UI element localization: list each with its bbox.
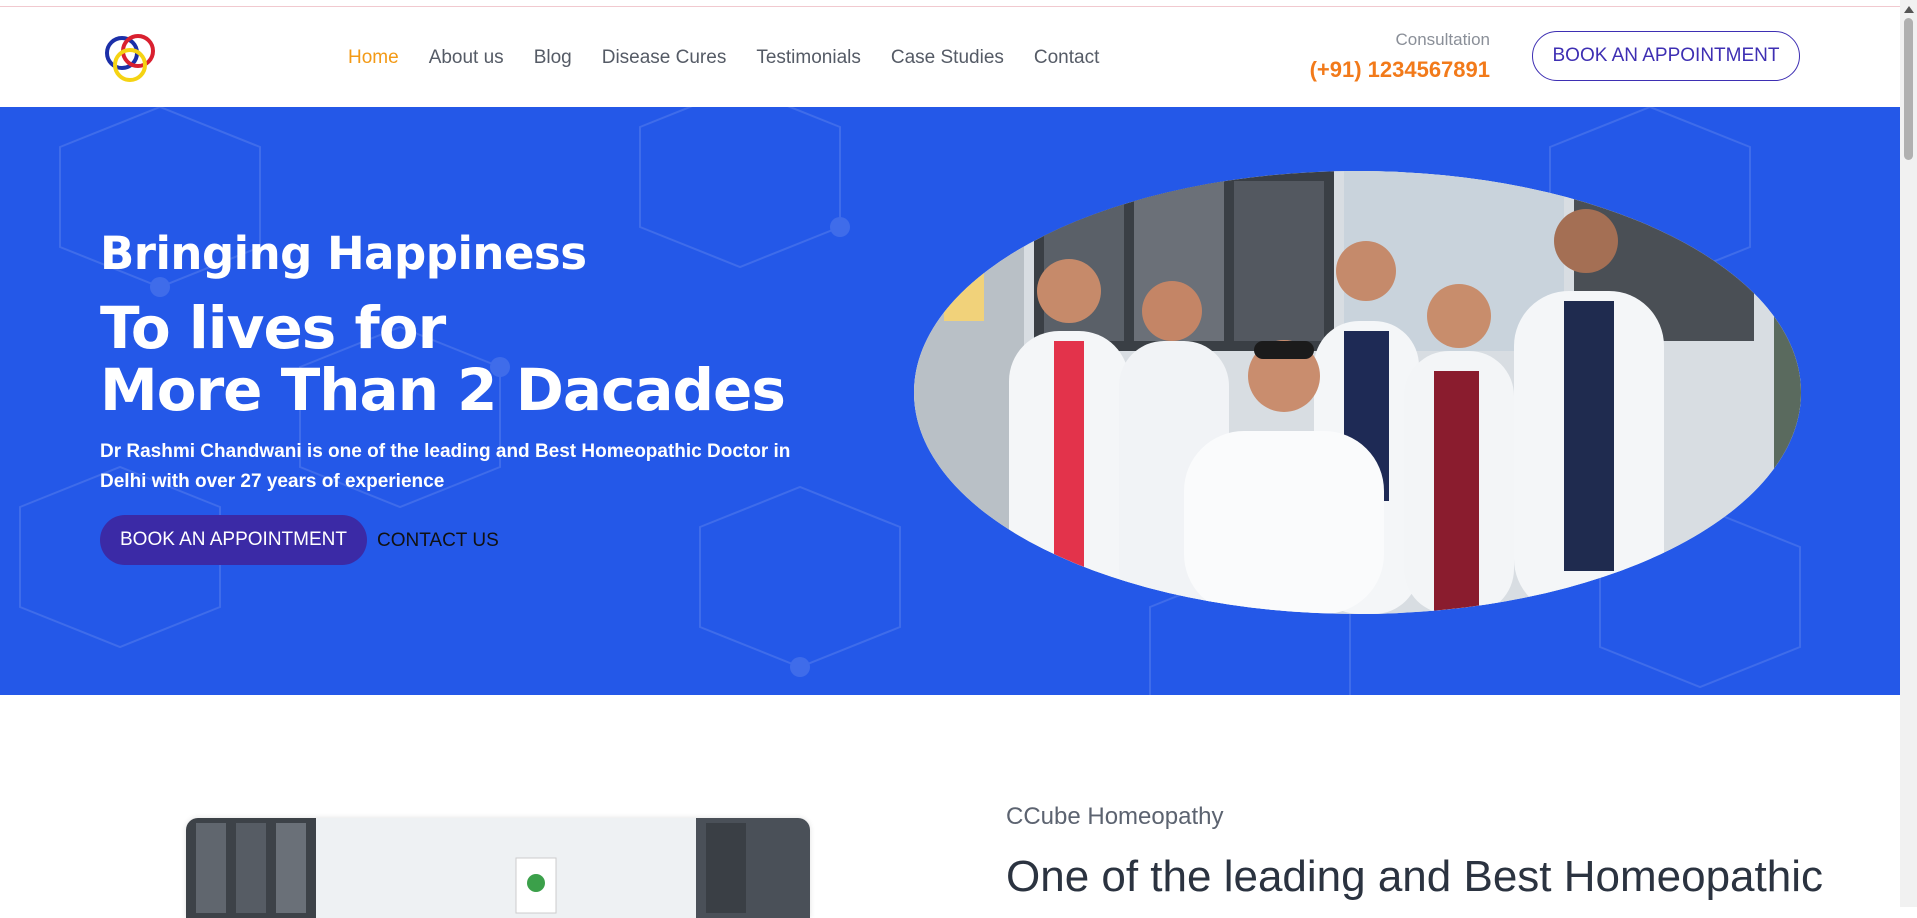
hero-heading-line2: More Than 2 Dacades [100, 356, 786, 424]
ccube-logo-icon[interactable] [100, 27, 160, 87]
header-book-appointment-button[interactable]: BOOK AN APPOINTMENT [1532, 31, 1800, 81]
consultation-label: Consultation [1395, 30, 1490, 49]
scroll-up-arrow-icon[interactable] [1904, 6, 1914, 13]
nav-home[interactable]: Home [348, 47, 399, 69]
nav-blog[interactable]: Blog [534, 47, 572, 69]
scrollbar-thumb[interactable] [1904, 18, 1913, 160]
hero-book-appointment-button[interactable]: BOOK AN APPOINTMENT [100, 515, 367, 565]
consultation-phone[interactable]: (+91) 1234567891 [1310, 57, 1490, 83]
hero-description: Dr Rashmi Chandwani is one of the leadin… [100, 441, 791, 492]
hero-heading-line1: To lives for [100, 294, 446, 362]
hero-section: Bringing Happiness To lives for More Tha… [0, 107, 1900, 695]
nav-disease-cures[interactable]: Disease Cures [602, 47, 727, 69]
about-title: One of the leading and Best Homeopathic [1006, 852, 1823, 901]
page-scrollbar[interactable] [1900, 0, 1917, 907]
about-kicker: CCube Homeopathy [1006, 803, 1224, 830]
about-clinic-photo [186, 818, 810, 918]
nav-testimonials[interactable]: Testimonials [756, 47, 861, 69]
nav-case-studies[interactable]: Case Studies [891, 47, 1004, 69]
hero-heading-large: To lives for More Than 2 Dacades [100, 294, 786, 424]
nav-about-us[interactable]: About us [429, 47, 504, 69]
team-photo [914, 171, 1801, 614]
site-header: Home About us Blog Disease Cures Testimo… [0, 7, 1900, 107]
hero-heading-small: Bringing Happiness [100, 227, 587, 280]
main-nav: Home About us Blog Disease Cures Testimo… [348, 47, 1129, 69]
nav-contact[interactable]: Contact [1034, 47, 1099, 69]
hero-contact-us-link[interactable]: CONTACT US [377, 530, 499, 552]
